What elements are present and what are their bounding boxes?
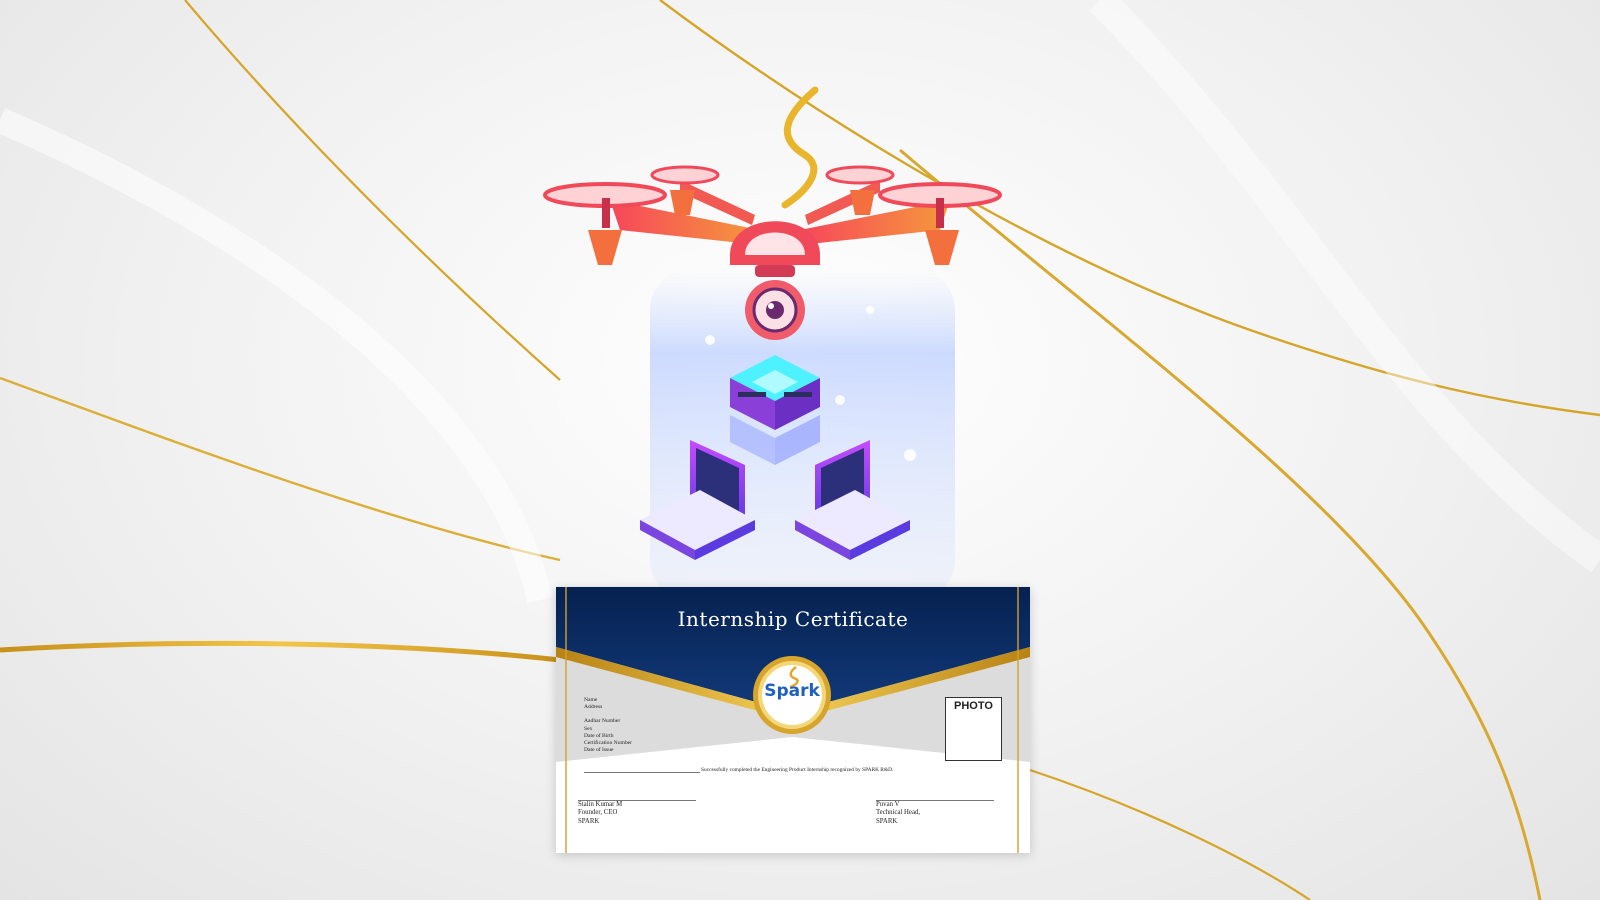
- spark-logo-icon: Spark: [752, 655, 832, 735]
- internship-certificate: Internship Certificate Spark Name Addres…: [556, 587, 1030, 853]
- signatory-role: Technical Head,: [876, 809, 921, 817]
- drone-icon: [543, 165, 1002, 277]
- field-sex: Sex: [584, 725, 593, 732]
- field-date-of-issue: Date of Issue: [584, 747, 614, 754]
- completion-statement: Successfully completed the Engineering P…: [701, 767, 894, 773]
- field-dob: Date of Birth: [584, 732, 614, 739]
- signatory-name: Puvan V: [876, 801, 900, 808]
- signatory-role: Founder, CEO: [578, 809, 618, 817]
- spark-swoosh-icon: [781, 86, 819, 209]
- signatory-org: SPARK: [578, 817, 600, 825]
- logo-text: Spark: [764, 681, 820, 701]
- name-blank-line: [584, 772, 700, 773]
- certificate-title: Internship Certificate: [677, 607, 909, 631]
- signatory-name: Stalin Kumar M: [578, 801, 623, 808]
- signatory-ceo: Stalin Kumar M Founder, CEO SPARK: [578, 801, 622, 826]
- field-aadhar: Aadhar Number: [584, 718, 621, 725]
- drone-network-illustration: [543, 86, 1002, 600]
- field-name: Name: [584, 697, 598, 703]
- signatory-tech-head: Puvan V Technical Head, SPARK: [876, 801, 920, 826]
- photo-label: PHOTO: [954, 700, 993, 712]
- photo-box: PHOTO: [945, 697, 1002, 761]
- certificate-fields: Name Address Aadhar Number Sex Date of B…: [584, 697, 632, 754]
- signatory-org: SPARK: [876, 817, 898, 825]
- server-icon: [730, 355, 820, 465]
- camera-icon: [745, 280, 805, 340]
- field-address: Address: [584, 704, 603, 711]
